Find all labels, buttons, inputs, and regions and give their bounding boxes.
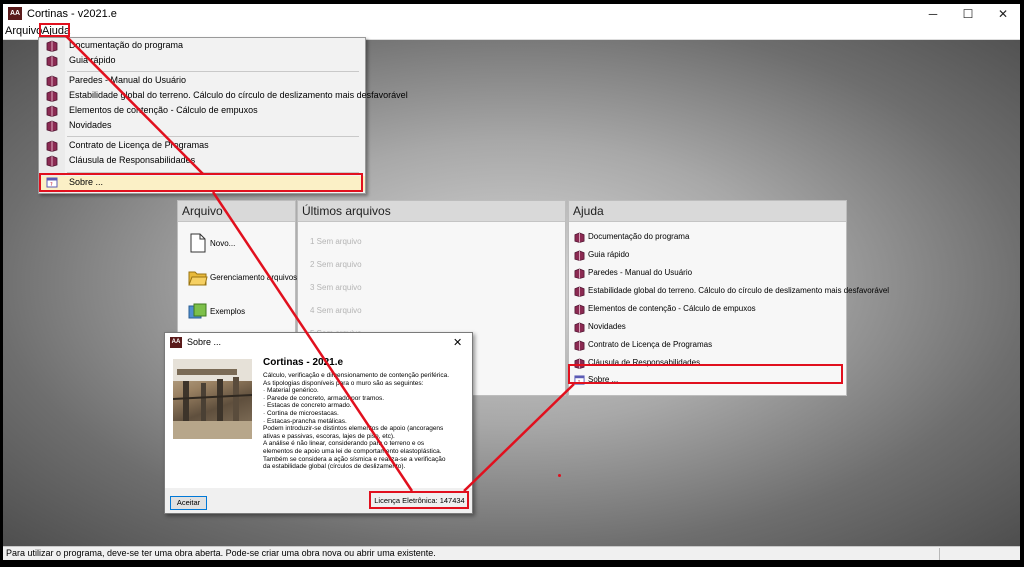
annotation-lines (65, 35, 575, 492)
annotation-line-menu (65, 35, 204, 175)
screenshot-frame: AA Cortinas - v2021.e ─ ☐ ✕ Arquivo Ajud… (0, 0, 1024, 567)
annotation-line-panel-to-license (463, 383, 575, 492)
annotation-line-to-license (211, 191, 414, 492)
